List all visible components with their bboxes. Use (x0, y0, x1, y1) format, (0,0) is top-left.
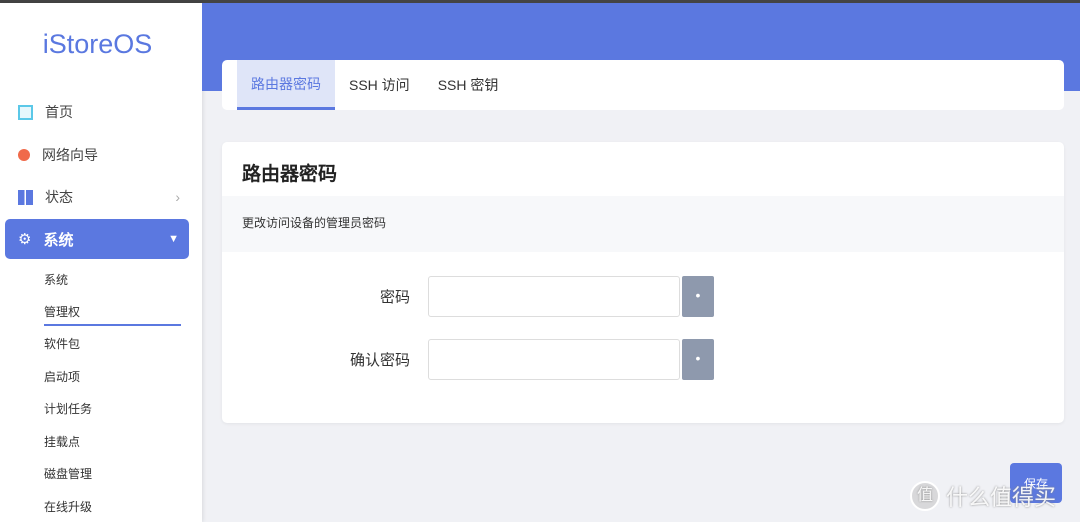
label: 系统 (43, 231, 74, 249)
watermark-text: 什么值得买 (946, 485, 1057, 510)
submenu-disk[interactable]: 磁盘管理 (44, 465, 92, 482)
dashboard-icon (18, 104, 33, 120)
reveal-password-button[interactable]: • (682, 276, 714, 317)
sidebar-item-wizard[interactable]: 网络向导 (18, 145, 98, 165)
sidebar-item-system[interactable]: ⚙ 系统 ▼ (5, 219, 189, 259)
chevron-right-icon: › (175, 189, 180, 205)
watermark: 值什么值得买 (910, 480, 1056, 512)
tab-bar: 路由器密码 SSH 访问 SSH 密钥 (222, 60, 1064, 110)
label: 网络向导 (42, 147, 98, 163)
active-underline (44, 324, 181, 326)
sidebar-item-status[interactable]: 状态 › (18, 187, 180, 207)
submenu-packages[interactable]: 软件包 (44, 335, 80, 352)
confirm-label: 确认密码 (349, 352, 410, 369)
watermark-icon: 值 (910, 481, 940, 511)
submenu-system[interactable]: 系统 (44, 271, 68, 288)
submenu-admin[interactable]: 管理权 (44, 303, 80, 320)
password-card: 路由器密码 更改访问设备的管理员密码 密码 • 确认密码 • (222, 142, 1064, 423)
gear-icon: ⚙ (18, 231, 32, 248)
tab-ssh-keys[interactable]: SSH 密钥 (424, 60, 513, 110)
submenu-mounts[interactable]: 挂载点 (44, 433, 80, 450)
sidebar-item-home[interactable]: 首页 (18, 102, 73, 122)
chevron-down-icon: ▼ (168, 233, 179, 245)
label: 首页 (45, 104, 73, 120)
card-title: 路由器密码 (242, 164, 338, 185)
submenu-startup[interactable]: 启动项 (44, 368, 80, 385)
reveal-confirm-button[interactable]: • (682, 339, 714, 380)
label: 状态 (45, 189, 73, 205)
password-input[interactable] (428, 276, 680, 317)
tab-ssh-access[interactable]: SSH 访问 (335, 60, 424, 110)
card-description: 更改访问设备的管理员密码 (222, 196, 1064, 252)
globe-icon (18, 149, 30, 161)
confirm-password-input[interactable] (428, 339, 680, 380)
password-label: 密码 (379, 289, 410, 306)
tab-router-password[interactable]: 路由器密码 (237, 60, 335, 110)
logo: iStoreOS (42, 29, 153, 59)
submenu-crontab[interactable]: 计划任务 (44, 400, 92, 417)
grid-icon (18, 189, 33, 205)
sidebar: iStoreOS 首页 网络向导 状态 › ⚙ 系统 ▼ 系统 管理权 软件包 启动项… (0, 3, 202, 522)
submenu-upgrade[interactable]: 在线升级 (44, 498, 92, 515)
